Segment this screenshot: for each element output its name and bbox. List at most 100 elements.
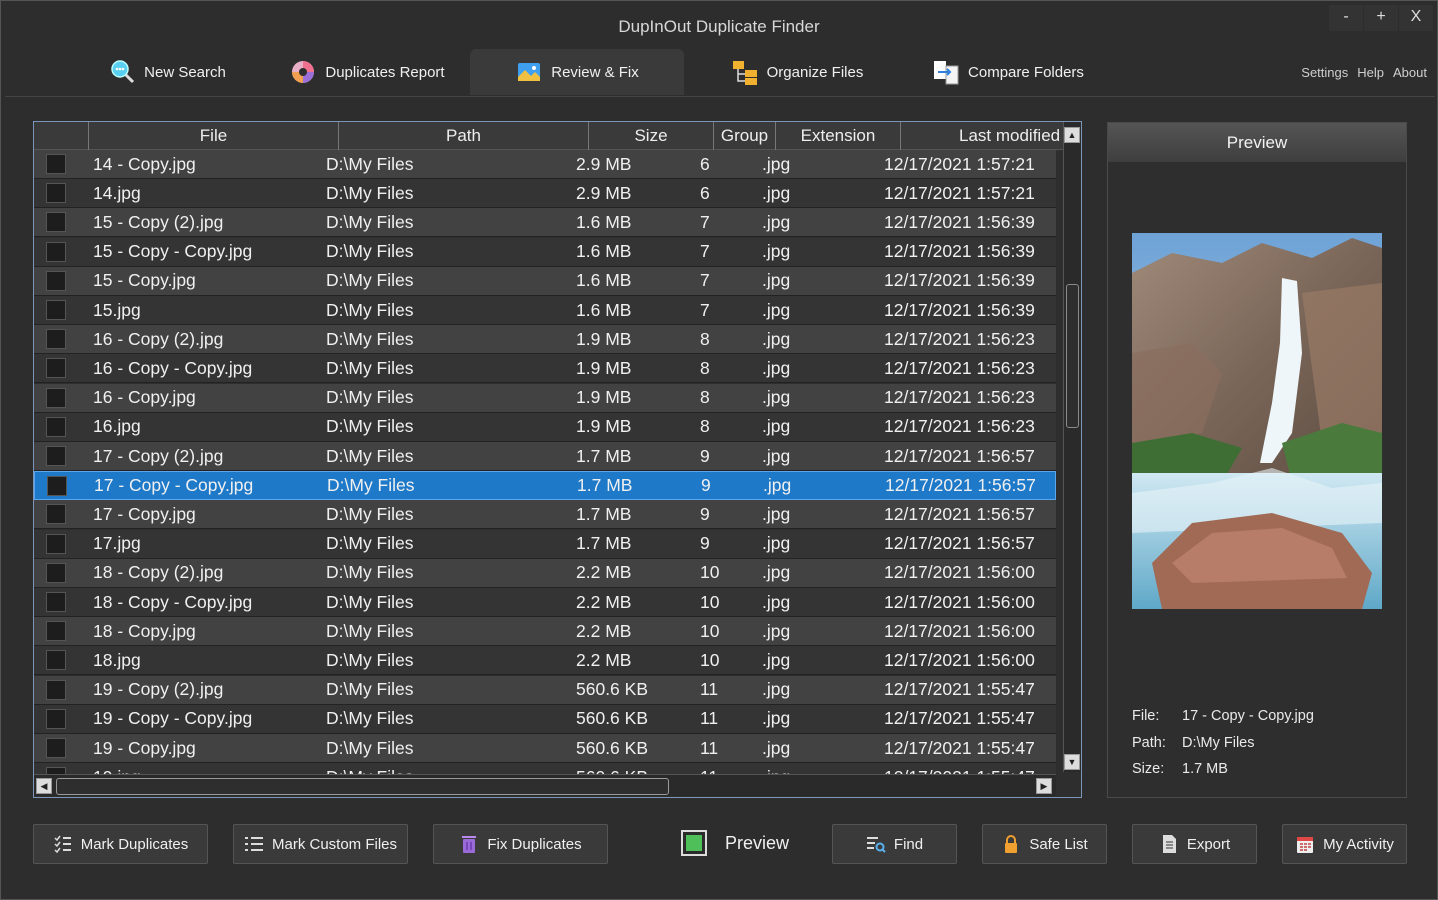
preview-checkbox[interactable]	[681, 830, 707, 856]
row-checkbox[interactable]	[46, 679, 66, 700]
scroll-right-icon[interactable]: ▶	[1036, 778, 1052, 794]
header-group[interactable]: Group	[713, 122, 775, 150]
row-checkbox[interactable]	[46, 183, 66, 204]
row-checkbox[interactable]	[46, 592, 66, 612]
horizontal-scrollbar[interactable]: ◀ ▶	[34, 774, 1056, 796]
scroll-down-icon[interactable]: ▼	[1064, 754, 1080, 770]
table-row[interactable]: 15 - Copy.jpg D:\My Files 1.6 MB 7 .jpg 12/17…	[34, 266, 1056, 296]
table-row[interactable]: 19 - Copy - Copy.jpg D:\My Files 560.6 KB 1…	[34, 704, 1056, 734]
table-row[interactable]: 16 - Copy.jpg D:\My Files 1.9 MB 8 .jpg 12/17…	[34, 383, 1056, 413]
find-button[interactable]: Find	[832, 824, 957, 864]
cell-last-modified: 12/17/2021 1:56:00	[884, 591, 1035, 612]
tab-label: Duplicates Report	[325, 63, 445, 81]
fix-duplicates-button[interactable]: Fix Duplicates	[433, 824, 608, 864]
my-activity-button[interactable]: My Activity	[1282, 824, 1407, 864]
row-checkbox[interactable]	[46, 708, 66, 729]
horizontal-scroll-thumb[interactable]	[56, 778, 669, 795]
row-checkbox[interactable]	[46, 446, 66, 466]
row-checkbox[interactable]	[46, 562, 66, 583]
scroll-left-icon[interactable]: ◀	[36, 778, 52, 794]
cell-path: D:\My Files	[326, 591, 414, 612]
header-last-modified[interactable]: Last modified	[900, 122, 1064, 150]
header-size[interactable]: Size	[588, 122, 713, 150]
row-checkbox[interactable]	[46, 767, 66, 774]
export-button[interactable]: Export	[1132, 824, 1257, 864]
cell-file: 17 - Copy - Copy.jpg	[94, 475, 254, 496]
cell-last-modified: 12/17/2021 1:57:21	[884, 182, 1035, 203]
cell-size: 560.6 KB	[576, 679, 648, 700]
table-row[interactable]: 15 - Copy (2).jpg D:\My Files 1.6 MB 7 .jpg 1…	[34, 208, 1056, 238]
cell-file: 18 - Copy (2).jpg	[93, 562, 224, 583]
row-checkbox[interactable]	[46, 270, 66, 291]
safe-list-button[interactable]: Safe List	[982, 824, 1107, 864]
row-checkbox[interactable]	[46, 387, 66, 408]
vertical-scroll-thumb[interactable]	[1066, 284, 1079, 428]
row-checkbox[interactable]	[46, 358, 66, 379]
tab-review-fix[interactable]: Review & Fix	[470, 49, 684, 95]
table-row[interactable]: 16.jpg D:\My Files 1.9 MB 8 .jpg 12/17/2021 1…	[34, 412, 1056, 442]
help-link[interactable]: Help	[1357, 65, 1384, 80]
preview-path-value: D:\My Files	[1182, 735, 1255, 751]
row-checkbox[interactable]	[46, 738, 66, 758]
close-button[interactable]: X	[1399, 5, 1433, 31]
cell-size: 2.2 MB	[576, 591, 632, 612]
row-checkbox[interactable]	[46, 416, 66, 437]
tab-duplicates-report[interactable]: Duplicates Report	[277, 49, 457, 95]
table-row[interactable]: 19.jpgD:\My Files560.6 KB11.jpg12/17/202…	[34, 763, 1056, 774]
table-row[interactable]: 18.jpg D:\My Files 2.2 MB 10 .jpg 12/17/2021 …	[34, 646, 1056, 676]
cell-extension: .jpg	[762, 737, 791, 758]
row-checkbox[interactable]	[46, 504, 66, 525]
row-checkbox[interactable]	[46, 300, 66, 320]
vertical-scrollbar[interactable]: ▲ ▼	[1063, 122, 1081, 772]
cell-last-modified: 12/17/2021 1:56:57	[884, 445, 1035, 466]
table-row[interactable]: 16 - Copy (2).jpg D:\My Files 1.9 MB 8 .jpg 1…	[34, 325, 1056, 355]
header-path[interactable]: Path	[338, 122, 588, 150]
table-row[interactable]: 16 - Copy - Copy.jpg D:\My Files 1.9 MB 8 .j…	[34, 354, 1056, 384]
cell-last-modified: 12/17/2021 1:55:47	[879, 767, 1039, 774]
minimize-button[interactable]: -	[1329, 5, 1363, 31]
tab-new-search[interactable]: New Search	[87, 49, 247, 95]
maximize-button[interactable]: +	[1364, 5, 1398, 31]
table-row[interactable]: 15 - Copy - Copy.jpg D:\My Files 1.6 MB 7 .j…	[34, 237, 1056, 267]
header-extension[interactable]: Extension	[775, 122, 900, 150]
table-row[interactable]: 18 - Copy (2).jpg D:\My Files 2.2 MB 10 .jpg…	[34, 558, 1056, 588]
preview-toggle[interactable]: Preview	[681, 830, 789, 856]
row-checkbox[interactable]	[46, 154, 66, 174]
table-row[interactable]: 15.jpg D:\My Files 1.6 MB 7 .jpg 12/17/2021 1…	[34, 296, 1056, 325]
image-icon	[518, 63, 541, 81]
cell-file: 16 - Copy - Copy.jpg	[93, 357, 253, 378]
row-checkbox[interactable]	[46, 533, 66, 554]
table-row[interactable]: 19 - Copy.jpg D:\My Files 560.6 KB 11 .jpg 12…	[34, 734, 1056, 763]
tab-organize-files[interactable]: Organize Files	[717, 49, 877, 95]
preview-toggle-label: Preview	[725, 832, 790, 853]
cell-last-modified: 12/17/2021 1:55:47	[884, 737, 1035, 758]
row-checkbox[interactable]	[46, 621, 66, 642]
row-checkbox[interactable]	[47, 475, 67, 496]
settings-link[interactable]: Settings	[1301, 65, 1348, 80]
table-row[interactable]: 19 - Copy (2).jpg D:\My Files 560.6 KB 11 .j…	[34, 675, 1056, 705]
preview-path-label: Path:	[1132, 735, 1166, 751]
row-checkbox[interactable]	[46, 241, 66, 262]
mark-custom-files-button[interactable]: Mark Custom Files	[233, 824, 408, 864]
table-row[interactable]: 17.jpg D:\My Files 1.7 MB 9 .jpg 12/17/2021 1…	[34, 529, 1056, 559]
table-row[interactable]: 14.jpg D:\My Files 2.9 MB 6 .jpg 12/17/2021 1…	[34, 179, 1056, 209]
row-checkbox[interactable]	[46, 212, 66, 233]
scroll-up-icon[interactable]: ▲	[1064, 127, 1080, 143]
table-row[interactable]: 17 - Copy (2).jpg D:\My Files 1.7 MB 9 .jpg 1…	[34, 442, 1056, 471]
cell-file: 19.jpg	[66, 767, 317, 774]
about-link[interactable]: About	[1393, 65, 1427, 80]
table-row[interactable]: 17 - Copy.jpg D:\My Files 1.7 MB 9 .jpg 12/17…	[34, 500, 1056, 530]
tab-compare-folders[interactable]: Compare Folders	[923, 49, 1093, 95]
table-row[interactable]: 14 - Copy.jpg D:\My Files 2.9 MB 6 .jpg 12/17…	[34, 150, 1056, 179]
header-file[interactable]: File	[88, 122, 338, 150]
table-row[interactable]: 18 - Copy.jpg D:\My Files 2.2 MB 10 .jpg 12/1…	[34, 617, 1056, 647]
find-label: Find	[893, 835, 924, 853]
row-checkbox[interactable]	[46, 650, 66, 671]
row-checkbox[interactable]	[46, 329, 66, 350]
results-grid[interactable]: File Path Size Group Extension Last modi…	[33, 121, 1082, 798]
table-row[interactable]: 18 - Copy - Copy.jpg D:\My Files 2.2 MB 10.…	[34, 588, 1056, 617]
cell-last-modified: 12/17/2021 1:56:23	[884, 357, 1035, 378]
cell-path: D:\My Files	[326, 357, 414, 378]
mark-duplicates-button[interactable]: Mark Duplicates	[33, 824, 208, 864]
table-row[interactable]: 17 - Copy - Copy.jpg D:\My Files 1.7 MB 9 .j…	[34, 471, 1056, 501]
